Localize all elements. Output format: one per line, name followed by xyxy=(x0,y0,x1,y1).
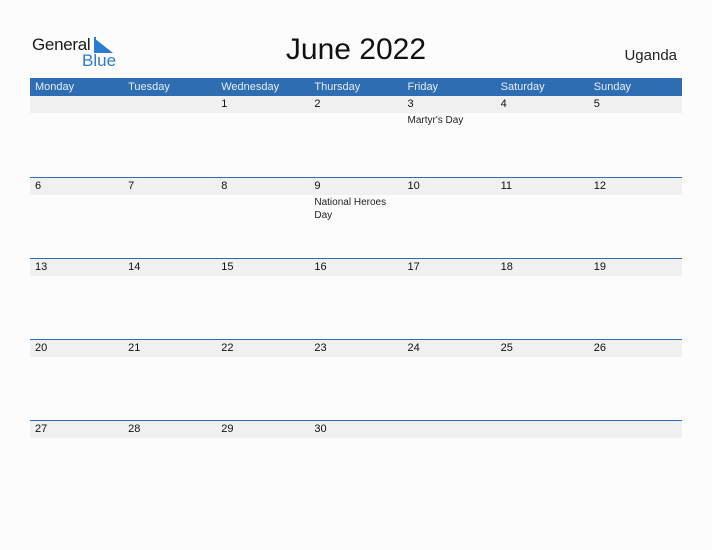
week-row: 20 21 22 23 24 25 26 xyxy=(30,339,682,420)
day-number: 27 xyxy=(35,423,48,435)
day-number: 21 xyxy=(128,342,141,354)
holiday-event xyxy=(309,438,402,439)
events-row: National Heroes Day xyxy=(30,195,682,222)
holiday-event xyxy=(403,438,496,439)
holiday-event xyxy=(30,113,123,127)
weekday-thursday: Thursday xyxy=(314,81,361,93)
events-row xyxy=(30,276,682,277)
weekday-saturday: Saturday xyxy=(500,81,545,93)
day-number: 3 xyxy=(407,98,414,110)
day-number: 29 xyxy=(221,423,234,435)
holiday-event xyxy=(403,276,496,277)
holiday-event xyxy=(123,438,216,439)
day-number: 7 xyxy=(128,180,135,192)
holiday-event xyxy=(30,276,123,277)
day-number: 13 xyxy=(35,261,48,273)
day-number: 30 xyxy=(314,423,327,435)
holiday-event xyxy=(123,113,216,127)
holiday-event xyxy=(589,276,682,277)
day-number xyxy=(123,96,216,113)
country-label: Uganda xyxy=(624,47,677,64)
weekday-tuesday: Tuesday xyxy=(128,81,170,93)
day-number xyxy=(589,421,682,438)
holiday-event xyxy=(496,276,589,277)
day-number: 23 xyxy=(314,342,327,354)
day-number xyxy=(403,421,496,438)
day-number: 22 xyxy=(221,342,234,354)
weekday-monday: Monday xyxy=(35,81,75,93)
weekday-friday: Friday xyxy=(407,81,439,93)
holiday-event xyxy=(496,357,589,358)
day-number: 25 xyxy=(500,342,513,354)
page-title: June 2022 xyxy=(285,33,427,66)
day-number: 1 xyxy=(221,98,228,110)
holiday-event xyxy=(403,195,496,222)
day-number: 8 xyxy=(221,180,228,192)
holiday-event xyxy=(403,357,496,358)
day-number-band: 1 2 3 4 5 xyxy=(30,96,682,113)
holiday-event xyxy=(589,357,682,358)
holiday-event xyxy=(309,357,402,358)
day-number-band: 27 28 29 30 xyxy=(30,421,682,438)
holiday-event xyxy=(30,438,123,439)
holiday-event xyxy=(496,438,589,439)
holiday-event xyxy=(496,195,589,222)
day-number: 12 xyxy=(593,180,606,192)
holiday-event xyxy=(589,438,682,439)
weekday-wednesday: Wednesday xyxy=(221,81,280,93)
events-row xyxy=(30,438,682,439)
holiday-event xyxy=(216,357,309,358)
holiday-event xyxy=(589,113,682,127)
events-row: Martyr's Day xyxy=(30,113,682,127)
holiday-event: Martyr's Day xyxy=(407,115,464,126)
day-number: 20 xyxy=(35,342,48,354)
day-number xyxy=(496,421,589,438)
day-number-band: 6 7 8 9 10 11 12 xyxy=(30,178,682,195)
day-number: 2 xyxy=(314,98,321,110)
holiday-event xyxy=(30,357,123,358)
holiday-event xyxy=(30,195,123,222)
day-number xyxy=(30,96,123,113)
holiday-event xyxy=(216,113,309,127)
week-row: 27 28 29 30 xyxy=(30,420,682,501)
week-row: 13 14 15 16 17 18 19 xyxy=(30,258,682,339)
holiday-event xyxy=(123,357,216,358)
day-number: 4 xyxy=(500,98,507,110)
holiday-event: National Heroes Day xyxy=(314,197,387,221)
day-number: 28 xyxy=(128,423,141,435)
day-number: 9 xyxy=(314,180,321,192)
holiday-event xyxy=(216,276,309,277)
week-row: 1 2 3 4 5 Martyr's Day xyxy=(30,96,682,177)
day-number: 16 xyxy=(314,261,327,273)
day-number: 15 xyxy=(221,261,234,273)
day-number: 10 xyxy=(407,180,420,192)
day-number: 26 xyxy=(593,342,606,354)
weekday-sunday: Sunday xyxy=(593,81,632,93)
day-number: 5 xyxy=(593,98,600,110)
holiday-event xyxy=(309,276,402,277)
day-number: 14 xyxy=(128,261,141,273)
calendar-grid: Monday Tuesday Wednesday Thursday Friday… xyxy=(30,78,682,501)
holiday-event xyxy=(496,113,589,127)
holiday-event xyxy=(123,276,216,277)
day-number: 11 xyxy=(500,180,513,192)
day-number: 6 xyxy=(35,180,42,192)
holiday-event xyxy=(123,195,216,222)
weekday-header: Monday Tuesday Wednesday Thursday Friday… xyxy=(30,78,682,96)
day-number: 24 xyxy=(407,342,420,354)
holiday-event xyxy=(216,195,309,222)
day-number-band: 13 14 15 16 17 18 19 xyxy=(30,259,682,276)
events-row xyxy=(30,357,682,358)
day-number: 17 xyxy=(407,261,420,273)
day-number: 19 xyxy=(593,261,606,273)
day-number: 18 xyxy=(500,261,513,273)
holiday-event xyxy=(216,438,309,439)
week-row: 6 7 8 9 10 11 12 National Heroes Day xyxy=(30,177,682,258)
holiday-event xyxy=(589,195,682,222)
day-number-band: 20 21 22 23 24 25 26 xyxy=(30,340,682,357)
holiday-event xyxy=(309,113,402,127)
